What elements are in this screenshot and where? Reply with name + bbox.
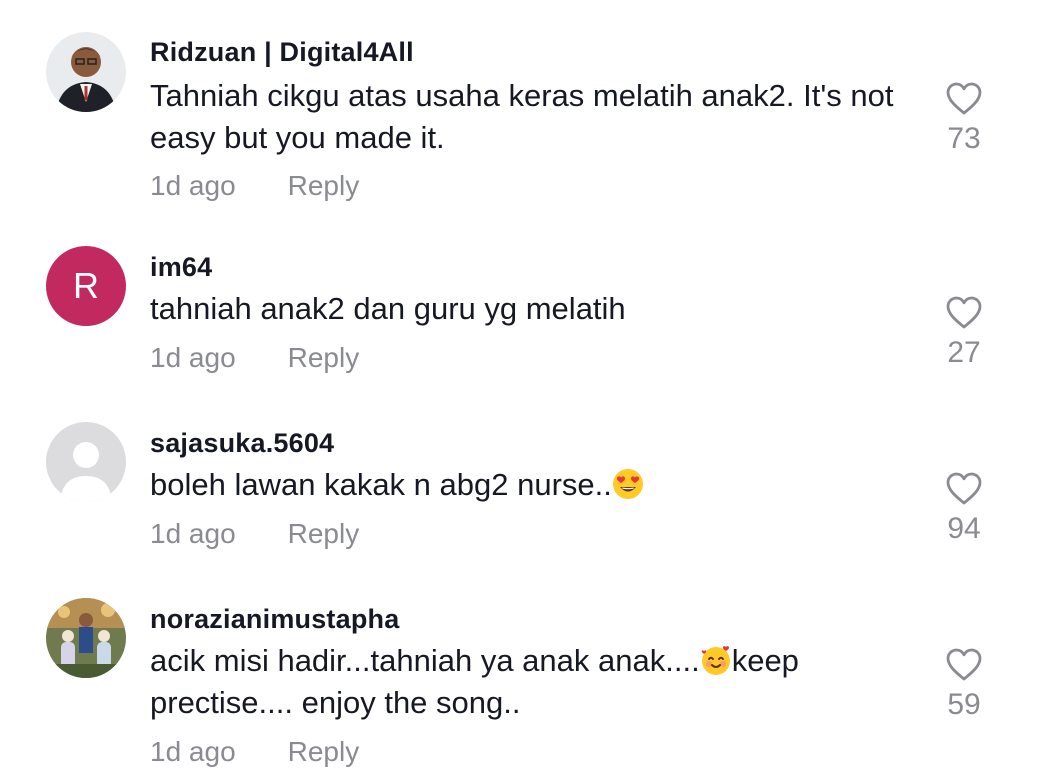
comment-username[interactable]: im64 xyxy=(150,252,212,283)
comment-time: 1d ago xyxy=(150,518,236,549)
heart-icon xyxy=(946,296,982,329)
like-button[interactable]: 59 xyxy=(936,648,992,722)
like-button[interactable]: 73 xyxy=(936,82,992,156)
reply-button[interactable]: Reply xyxy=(288,736,360,767)
comment-text-content: boleh lawan kakak n abg2 nurse.. xyxy=(150,467,612,502)
comment-meta: 1d ago Reply xyxy=(150,518,359,550)
reply-button[interactable]: Reply xyxy=(288,518,360,549)
like-button[interactable]: 27 xyxy=(936,296,992,370)
like-button[interactable]: 94 xyxy=(936,472,992,546)
comment-text: tahniah anak2 dan guru yg melatih xyxy=(150,291,626,326)
heart-icon xyxy=(946,472,982,505)
avatar[interactable]: R xyxy=(46,246,126,326)
comment-meta: 1d ago Reply xyxy=(150,170,359,202)
heart-eyes-emoji-icon xyxy=(612,469,643,499)
comment-username[interactable]: Ridzuan | Digital4All xyxy=(150,37,414,68)
like-count: 94 xyxy=(947,512,981,545)
like-count: 59 xyxy=(947,688,981,721)
comment-text: boleh lawan kakak n abg2 nurse.. xyxy=(150,464,910,506)
avatar[interactable] xyxy=(46,422,126,502)
comment-username[interactable]: sajasuka.5604 xyxy=(150,428,334,459)
comment-meta: 1d ago Reply xyxy=(150,342,359,374)
like-count: 73 xyxy=(947,122,981,155)
comment-time: 1d ago xyxy=(150,342,236,373)
comment-text: acik misi hadir...tahniah ya anak anak..… xyxy=(150,640,910,724)
heart-icon xyxy=(946,82,982,115)
comment-meta: 1d ago Reply xyxy=(150,736,359,768)
like-count: 27 xyxy=(947,336,981,369)
avatar[interactable] xyxy=(46,32,126,112)
reply-button[interactable]: Reply xyxy=(288,170,360,201)
comment-text: Tahniah cikgu atas usaha keras melatih a… xyxy=(150,78,894,155)
avatar[interactable] xyxy=(46,598,126,678)
heart-icon xyxy=(946,648,982,681)
comment-time: 1d ago xyxy=(150,736,236,767)
comment-username[interactable]: norazianimustapha xyxy=(150,604,399,635)
comment-text-content: acik misi hadir...tahniah ya anak anak..… xyxy=(150,643,700,678)
smiling-face-with-hearts-emoji-icon xyxy=(701,646,730,675)
comment-time: 1d ago xyxy=(150,170,236,201)
reply-button[interactable]: Reply xyxy=(288,342,360,373)
